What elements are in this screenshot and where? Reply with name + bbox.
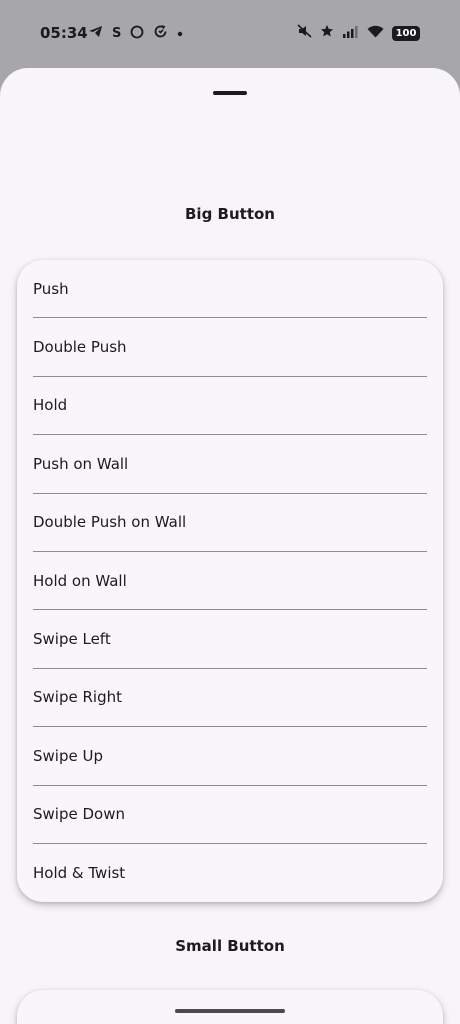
status-right-icons: 100 <box>297 24 420 42</box>
star-icon <box>320 24 334 42</box>
big-button-list: Push Double Push Hold Push on Wall Doubl… <box>17 260 443 902</box>
dot-icon <box>177 26 183 41</box>
list-item[interactable]: Swipe Up <box>33 727 427 786</box>
list-item[interactable]: Double Push <box>33 318 427 377</box>
list-item[interactable]: Push on Wall <box>33 435 427 494</box>
list-item[interactable]: Push <box>33 260 427 319</box>
navigation-handle[interactable] <box>175 1009 285 1013</box>
small-button-title: Small Button <box>175 937 285 955</box>
list-item[interactable]: Hold on Wall <box>33 552 427 611</box>
list-item[interactable]: Hold & Twist <box>33 844 427 902</box>
telegram-icon <box>88 25 103 42</box>
bottom-sheet: Big Button Push Double Push Hold Push on… <box>0 68 460 1024</box>
big-button-title: Big Button <box>185 205 275 223</box>
battery-indicator: 100 <box>392 25 420 41</box>
signal-icon <box>342 25 359 42</box>
list-item[interactable]: Swipe Right <box>33 669 427 728</box>
status-time: 05:34 <box>40 24 88 42</box>
list-item[interactable]: Double Push on Wall <box>33 494 427 552</box>
list-item[interactable]: Swipe Left <box>33 610 427 669</box>
small-button-card <box>17 990 443 1024</box>
drag-handle[interactable] <box>213 91 247 95</box>
wifi-icon <box>367 25 384 42</box>
status-bar: 05:34 S 100 <box>0 0 460 68</box>
status-left-icons: S <box>88 24 183 43</box>
circle-icon <box>130 25 144 43</box>
mute-icon <box>297 24 312 42</box>
s-app-icon: S <box>112 26 122 41</box>
list-item[interactable]: Hold <box>33 377 427 436</box>
sync-icon <box>153 24 168 43</box>
list-item[interactable]: Swipe Down <box>33 786 427 844</box>
big-button-card: Push Double Push Hold Push on Wall Doubl… <box>17 260 443 903</box>
